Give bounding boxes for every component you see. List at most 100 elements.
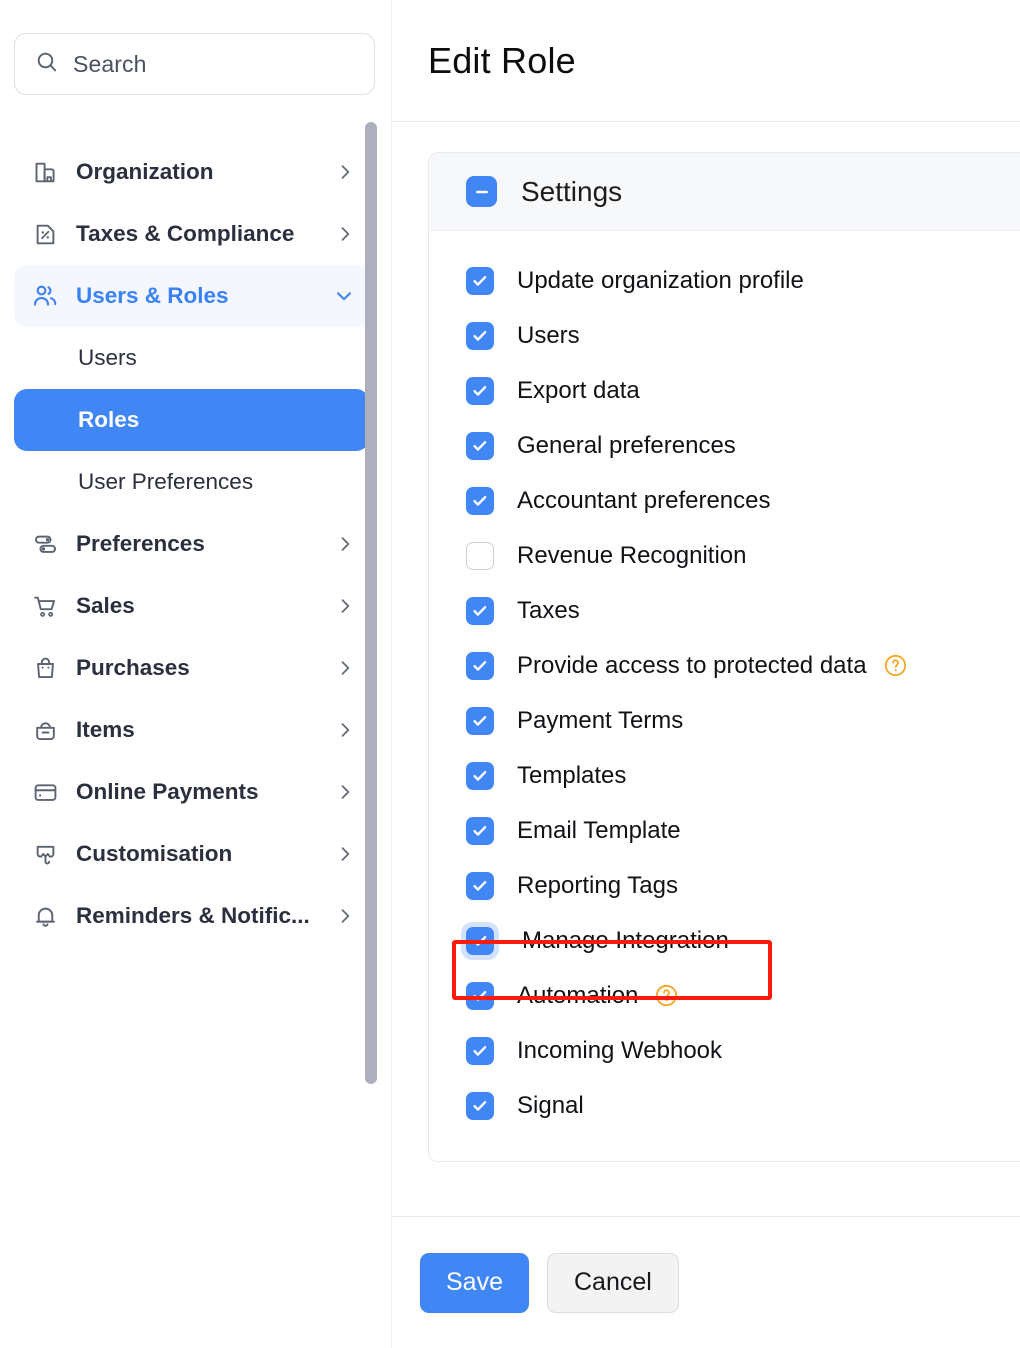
- sidebar-item-label: Preferences: [76, 531, 205, 556]
- permission-checkbox[interactable]: [466, 596, 494, 625]
- permission-checkbox[interactable]: [466, 816, 494, 845]
- chevron-right-icon: [335, 596, 355, 616]
- help-circle-icon[interactable]: [653, 982, 680, 1009]
- settings-section-checkbox[interactable]: [466, 176, 497, 207]
- sidebar-subitem-label: User Preferences: [78, 469, 254, 494]
- permission-label: Revenue Recognition: [517, 541, 747, 569]
- sidebar-item-purchases[interactable]: Purchases: [14, 637, 369, 699]
- nav-spacer-top: [0, 119, 391, 141]
- sliders-icon: [30, 529, 60, 559]
- sidebar-item-label: Items: [76, 717, 135, 742]
- sidebar-subitem-label: Users: [78, 345, 137, 370]
- permission-label: General preferences: [517, 431, 736, 459]
- organization-icon: [30, 157, 60, 187]
- chevron-right-icon: [335, 782, 355, 802]
- permission-checkbox[interactable]: [466, 871, 494, 900]
- sidebar: Search Organization Taxes & Compliance U…: [0, 0, 392, 1348]
- chevron-down-icon: [333, 285, 355, 307]
- tax-document-icon: [30, 219, 60, 249]
- permission-row[interactable]: Templates: [429, 748, 1020, 803]
- page-title: Edit Role: [428, 39, 576, 81]
- cancel-button[interactable]: Cancel: [546, 1252, 679, 1313]
- permission-row[interactable]: Reporting Tags: [429, 858, 1020, 913]
- permission-checkbox[interactable]: [466, 706, 494, 735]
- permission-row[interactable]: Payment Terms: [429, 693, 1020, 748]
- chevron-right-icon: [335, 224, 355, 244]
- cart-icon: [30, 591, 60, 621]
- permission-checkbox[interactable]: [466, 376, 494, 405]
- sidebar-item-customisation[interactable]: Customisation: [14, 823, 369, 885]
- form-actions: Save Cancel: [392, 1216, 1020, 1348]
- permission-checkbox[interactable]: [466, 1036, 494, 1065]
- permission-label: Update organization profile: [517, 266, 804, 294]
- chevron-right-icon: [335, 162, 355, 182]
- permission-label: Taxes: [517, 596, 580, 624]
- permission-checkbox[interactable]: [466, 651, 494, 680]
- sidebar-item-label: Taxes & Compliance: [76, 221, 295, 246]
- sidebar-item-sales[interactable]: Sales: [14, 575, 369, 637]
- permission-checkbox-focus-ring: [461, 921, 499, 960]
- permission-row[interactable]: Revenue Recognition: [429, 528, 1020, 583]
- sidebar-item-preferences[interactable]: Preferences: [14, 513, 369, 575]
- permission-row[interactable]: Taxes: [429, 583, 1020, 638]
- permission-row[interactable]: Incoming Webhook: [429, 1023, 1020, 1078]
- permission-label: Payment Terms: [517, 706, 684, 734]
- sidebar-item-label: Purchases: [76, 655, 190, 680]
- permission-checkbox[interactable]: [466, 541, 494, 570]
- permission-row[interactable]: Export data: [429, 363, 1020, 418]
- credit-card-icon: [30, 777, 60, 807]
- sidebar-item-users-roles[interactable]: Users & Roles: [14, 265, 369, 327]
- sidebar-item-label: Customisation: [76, 841, 233, 866]
- permission-checkbox[interactable]: [466, 431, 494, 460]
- permission-row[interactable]: Automation: [429, 968, 1020, 1023]
- sidebar-item-user-preferences[interactable]: User Preferences: [14, 451, 369, 513]
- bell-icon: [30, 901, 60, 931]
- settings-permission-card: Settings Update organization profile Use…: [428, 152, 1020, 1162]
- chevron-right-icon: [335, 658, 355, 678]
- permission-row-manage-integration[interactable]: Manage Integration: [429, 913, 1020, 968]
- permission-checkbox[interactable]: [466, 486, 494, 515]
- sidebar-subitem-label: Roles: [78, 407, 140, 432]
- permission-checkbox[interactable]: [466, 926, 494, 955]
- basket-minus-icon: [30, 715, 60, 745]
- permission-row[interactable]: Accountant preferences: [429, 473, 1020, 528]
- permission-checkbox[interactable]: [466, 761, 494, 790]
- permission-row[interactable]: Email Template: [429, 803, 1020, 858]
- save-button[interactable]: Save: [420, 1252, 529, 1313]
- search-container: Search: [0, 0, 391, 95]
- permission-checkbox[interactable]: [466, 1091, 494, 1120]
- permission-label: Manage Integration: [522, 926, 729, 954]
- sidebar-scrollbar-thumb[interactable]: [365, 122, 377, 1084]
- sidebar-item-online-payments[interactable]: Online Payments: [14, 761, 369, 823]
- page-header: Edit Role: [392, 0, 1020, 122]
- permission-checkbox[interactable]: [466, 266, 494, 295]
- permission-label: Provide access to protected data: [517, 651, 867, 679]
- help-circle-icon[interactable]: [882, 652, 909, 679]
- permission-checkbox[interactable]: [466, 321, 494, 350]
- sidebar-item-taxes-compliance[interactable]: Taxes & Compliance: [14, 203, 369, 265]
- sidebar-item-reminders-notifications[interactable]: Reminders & Notific...: [14, 885, 369, 947]
- chevron-right-icon: [335, 720, 355, 740]
- permission-row[interactable]: General preferences: [429, 418, 1020, 473]
- sidebar-item-label: Reminders & Notific...: [76, 903, 310, 928]
- permission-label: Templates: [517, 761, 627, 789]
- search-placeholder-text: Search: [73, 50, 147, 77]
- sidebar-item-organization[interactable]: Organization: [14, 141, 369, 203]
- permission-row[interactable]: Update organization profile: [429, 253, 1020, 308]
- sidebar-scrollbar[interactable]: [365, 122, 377, 1090]
- sidebar-item-label: Users & Roles: [76, 283, 229, 308]
- sidebar-item-roles[interactable]: Roles: [14, 389, 369, 451]
- users-icon: [30, 281, 60, 311]
- chevron-right-icon: [335, 534, 355, 554]
- main-content: Edit Role Settings Update organization p…: [392, 0, 1020, 1348]
- permission-row[interactable]: Provide access to protected data: [429, 638, 1020, 693]
- search-input[interactable]: Search: [14, 33, 375, 95]
- sidebar-item-users[interactable]: Users: [14, 327, 369, 389]
- search-icon: [35, 50, 59, 79]
- permission-row[interactable]: Signal: [429, 1078, 1020, 1133]
- sidebar-item-label: Organization: [76, 159, 214, 184]
- chevron-right-icon: [335, 844, 355, 864]
- permission-checkbox[interactable]: [466, 981, 494, 1010]
- permission-row[interactable]: Users: [429, 308, 1020, 363]
- sidebar-item-items[interactable]: Items: [14, 699, 369, 761]
